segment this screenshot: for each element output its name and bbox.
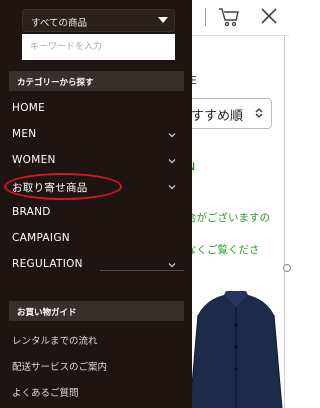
- right-resize-handle[interactable]: [283, 264, 291, 272]
- chevron-down-icon[interactable]: [168, 183, 176, 191]
- keyword-search-input[interactable]: [22, 34, 175, 60]
- menu-item-label: REGULATION: [12, 258, 83, 270]
- product-shirt-image[interactable]: [188, 285, 284, 408]
- menu-item-brand[interactable]: BRAND: [12, 203, 178, 223]
- cart-icon[interactable]: [218, 7, 240, 27]
- close-icon[interactable]: [259, 6, 279, 26]
- header-separator: [205, 8, 206, 26]
- guide-item-rental-flow[interactable]: レンタルまでの流れ: [12, 333, 98, 347]
- guide-section-title: お買い物ガイド: [17, 308, 77, 318]
- menu-item-men[interactable]: MEN: [12, 125, 178, 145]
- chevron-down-icon[interactable]: [168, 261, 176, 269]
- caret-down-icon: [158, 17, 168, 23]
- menu-item-label: WOMEN: [12, 154, 56, 166]
- category-section-header: カテゴリーから探す: [9, 71, 184, 91]
- guide-item-shipping[interactable]: 配送サービスのご案内: [12, 359, 107, 373]
- sort-order-select[interactable]: すすめ順: [184, 98, 272, 129]
- category-select[interactable]: すべての商品: [22, 9, 175, 32]
- page-edge-line: [284, 36, 285, 408]
- chevron-down-icon[interactable]: [168, 131, 176, 139]
- guide-item-faq[interactable]: よくあるご質問: [12, 385, 79, 399]
- menu-item-label: CAMPAIGN: [12, 232, 70, 244]
- category-select-value: すべての商品: [31, 18, 87, 29]
- sort-order-value: すすめ順: [191, 109, 244, 124]
- side-menu-drawer: すべての商品 カテゴリーから探す HOME MEN WOMEN お取り寄せ商品 …: [0, 0, 192, 408]
- chevron-down-icon[interactable]: [168, 157, 176, 165]
- menu-item-label: HOME: [12, 102, 46, 114]
- guide-section-header: お買い物ガイド: [9, 301, 184, 321]
- menu-item-label: BRAND: [12, 206, 51, 218]
- menu-item-label: MEN: [12, 128, 37, 140]
- menu-divider: [100, 270, 184, 271]
- notice-text-line2: なくご覧くださ: [186, 244, 260, 256]
- highlight-annotation-ellipse: [4, 173, 122, 200]
- chevron-updown-icon: [255, 108, 263, 118]
- notice-text-line1: 合がございますの: [186, 212, 270, 224]
- menu-item-women[interactable]: WOMEN: [12, 151, 178, 171]
- menu-item-regulation[interactable]: REGULATION: [12, 255, 178, 275]
- category-section-title: カテゴリーから探す: [17, 78, 94, 88]
- menu-item-home[interactable]: HOME: [12, 99, 178, 119]
- menu-item-campaign[interactable]: CAMPAIGN: [12, 229, 178, 249]
